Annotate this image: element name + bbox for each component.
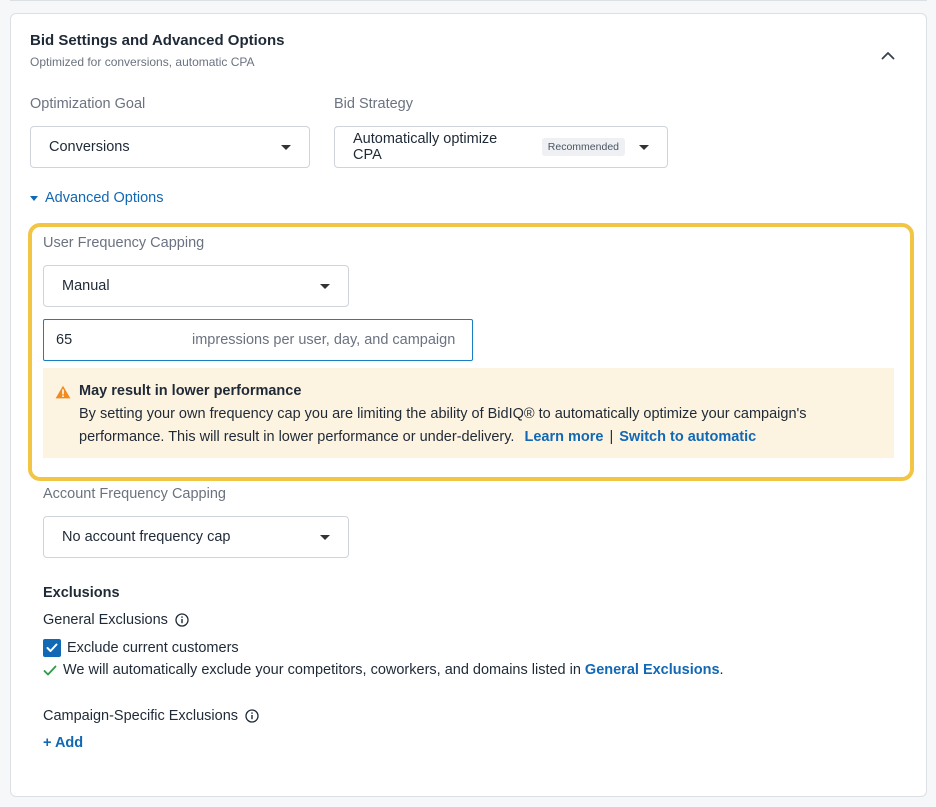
section-title: Bid Settings and Advanced Options [30,32,285,49]
optimization-goal-value: Conversions [49,139,130,155]
optimization-goal-label: Optimization Goal [30,96,146,112]
warning-icon [55,384,71,407]
advanced-options-label: Advanced Options [45,190,164,206]
info-icon[interactable] [175,613,189,627]
frequency-cap-input[interactable]: 65 impressions per user, day, and campai… [43,319,473,361]
bid-strategy-label: Bid Strategy [334,96,413,112]
section-subtitle: Optimized for conversions, automatic CPA [30,55,255,69]
caret-down-icon [320,283,330,289]
frequency-cap-suffix: impressions per user, day, and campaign [192,332,456,348]
warning-body: By setting your own frequency cap you ar… [79,403,880,449]
exclude-customers-checkbox[interactable] [43,639,61,657]
bid-strategy-value: Automatically optimize CPA [353,131,498,163]
check-icon [43,665,57,675]
recommended-badge: Recommended [541,138,625,156]
collapse-button[interactable] [877,44,899,66]
user-frequency-mode-value: Manual [62,278,110,294]
caret-down-icon [639,144,649,150]
link-separator: | [609,429,614,445]
chevron-up-icon [881,51,895,59]
campaign-exclusions-row: Campaign-Specific Exclusions [43,708,259,724]
exclusions-heading: Exclusions [43,585,120,601]
learn-more-link[interactable]: Learn more [524,429,603,445]
checkmark-icon [46,643,58,652]
performance-warning: May result in lower performance By setti… [43,368,894,458]
general-exclusions-link[interactable]: General Exclusions [585,662,720,678]
caret-down-icon [281,144,291,150]
campaign-exclusions-label: Campaign-Specific Exclusions [43,708,239,724]
account-frequency-value: No account frequency cap [62,529,231,545]
switch-to-automatic-link[interactable]: Switch to automatic [619,429,756,445]
exclude-customers-label: Exclude current customers [67,640,239,656]
account-frequency-select[interactable]: No account frequency cap [43,516,349,558]
advanced-options-toggle[interactable]: Advanced Options [30,190,164,206]
user-frequency-mode-select[interactable]: Manual [43,265,349,307]
frequency-cap-value[interactable]: 65 [56,332,192,348]
optimization-goal-select[interactable]: Conversions [30,126,310,168]
warning-title: May result in lower performance [79,383,302,399]
bid-strategy-select[interactable]: Automatically optimize CPA Recommended [334,126,668,168]
auto-exclusion-period: . [719,662,724,678]
bid-settings-card: Bid Settings and Advanced Options Optimi… [10,13,927,797]
auto-exclusion-text: We will automatically exclude your compe… [63,662,581,678]
add-exclusion-button[interactable]: + Add [43,735,83,751]
exclude-customers-row[interactable]: Exclude current customers [43,639,239,657]
user-frequency-label: User Frequency Capping [43,235,205,251]
top-divider [10,0,927,1]
general-exclusions-label: General Exclusions [43,612,168,628]
triangle-down-icon [30,195,38,201]
general-exclusions-row: General Exclusions [43,612,189,628]
info-icon[interactable] [245,709,259,723]
auto-exclusion-note: We will automatically exclude your compe… [43,662,724,678]
account-frequency-label: Account Frequency Capping [43,486,226,502]
caret-down-icon [320,534,330,540]
